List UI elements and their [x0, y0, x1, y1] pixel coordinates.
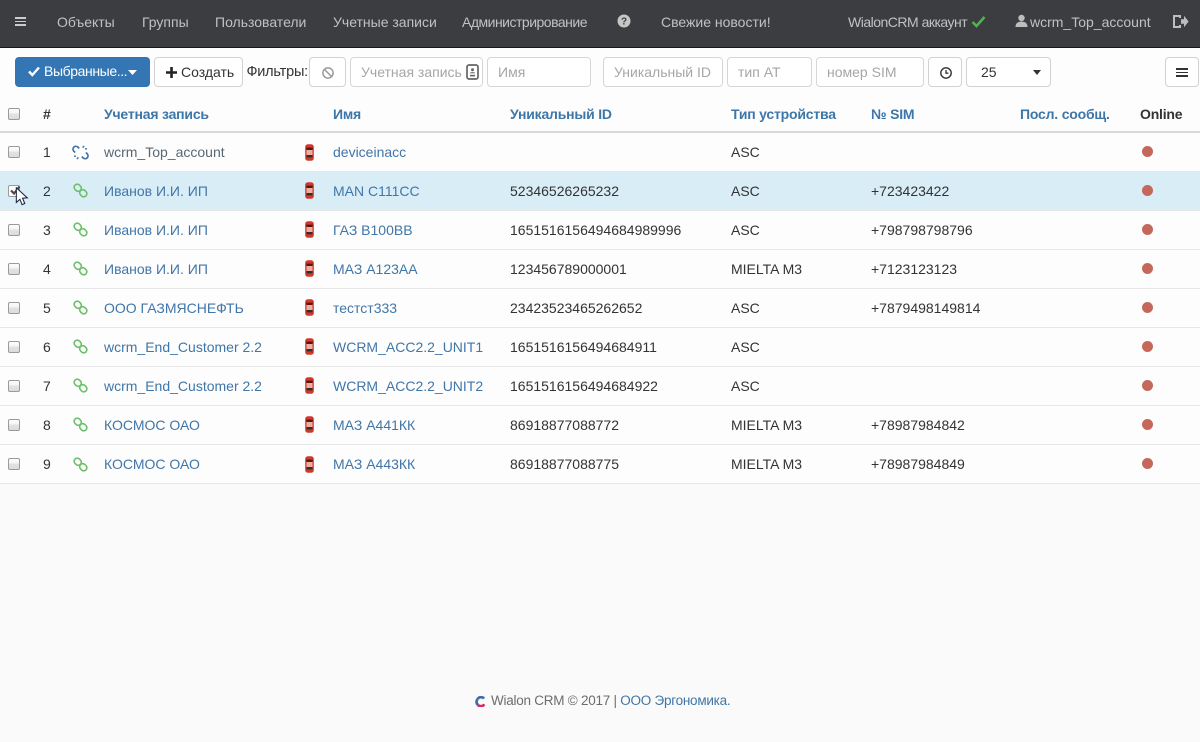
- svg-text:?: ?: [621, 17, 627, 28]
